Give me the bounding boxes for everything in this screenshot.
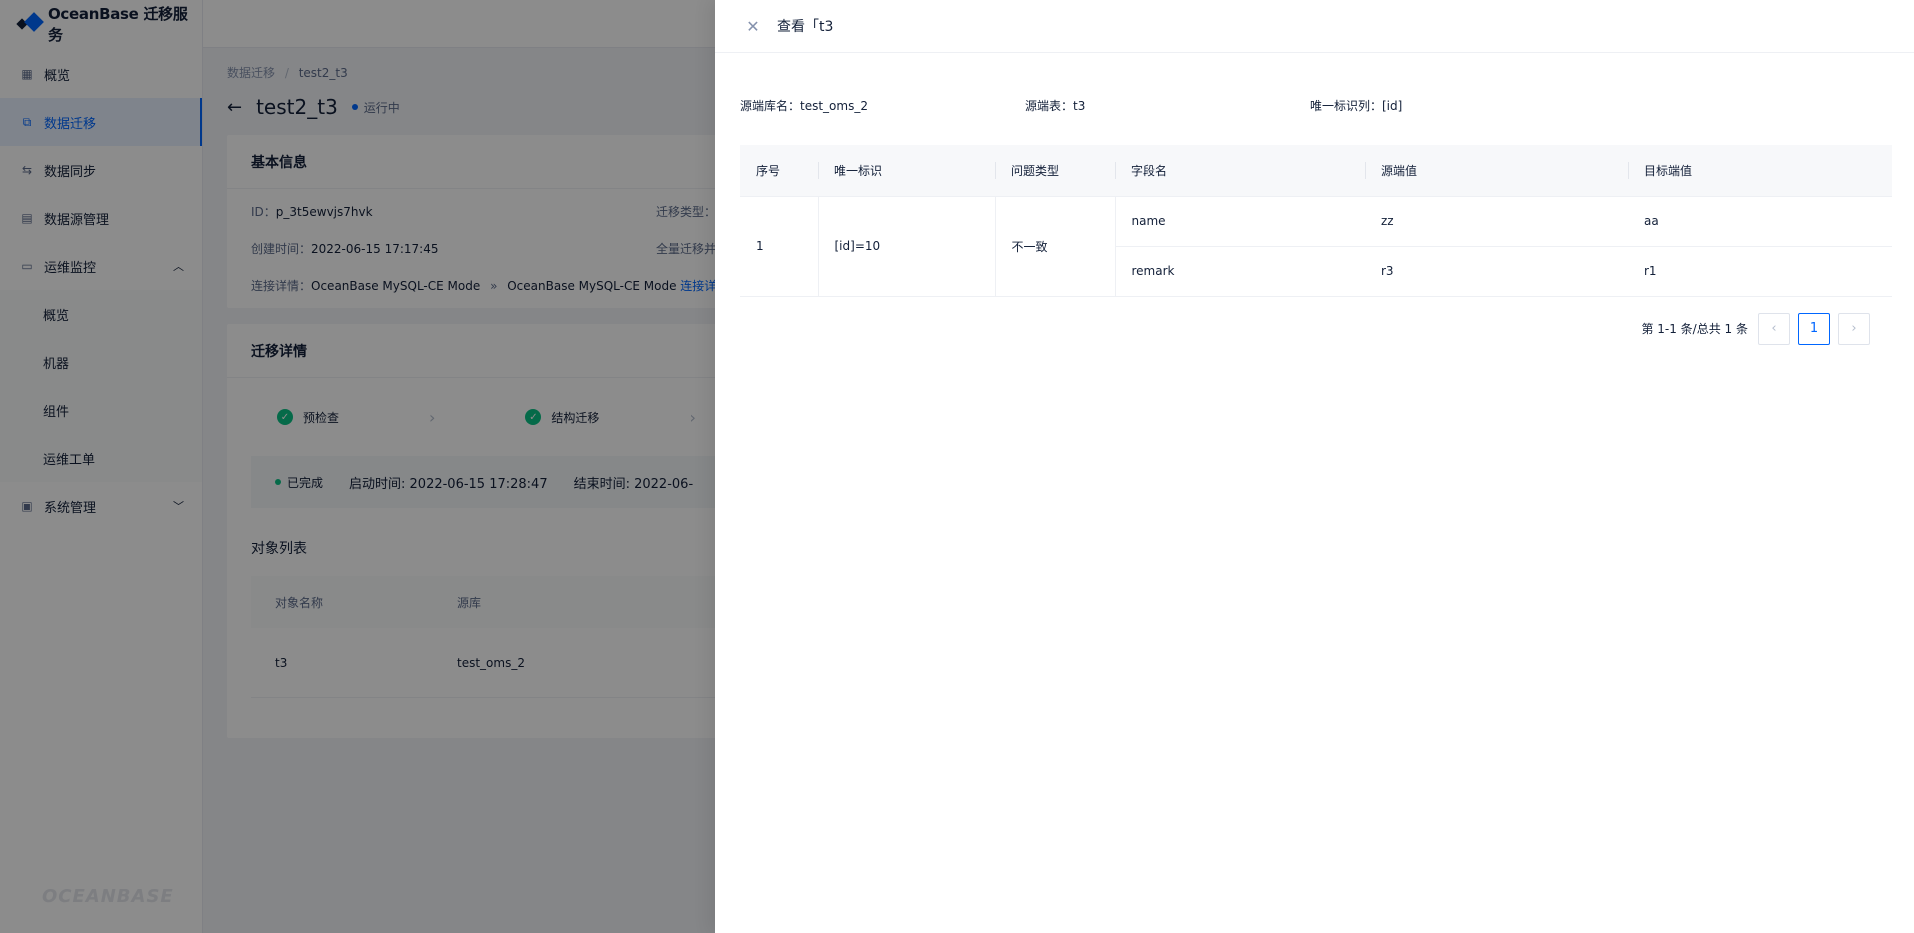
column-header: 源端值 [1365, 145, 1628, 197]
next-page-button[interactable]: › [1838, 312, 1870, 345]
meta-source-table: 源端表：t3 [1025, 98, 1086, 113]
target-value: r1 [1628, 246, 1892, 297]
column-header: 问题类型 [995, 145, 1115, 197]
source-value: r3 [1365, 246, 1628, 297]
column-header: 序号 [740, 145, 818, 197]
column-header: 唯一标识 [818, 145, 995, 197]
table-row: 1 [id]=10 不一致 name zz aa [740, 196, 1892, 297]
drawer-title: 查看「t3 [777, 19, 834, 35]
source-value: zz [1365, 196, 1628, 247]
meta-unique-column: 唯一标识列：[id] [1310, 98, 1403, 113]
diff-table: 序号 唯一标识 问题类型 字段名 源端值 目标端值 1 [id]=10 不一致 … [740, 145, 1892, 297]
target-value: aa [1628, 196, 1892, 247]
page-number-button[interactable]: 1 [1798, 312, 1830, 345]
table-header: 序号 唯一标识 问题类型 字段名 源端值 目标端值 [740, 145, 1892, 197]
column-header: 目标端值 [1628, 145, 1892, 197]
pagination: 第 1-1 条/总共 1 条 ‹ 1 › [740, 312, 1892, 345]
close-icon[interactable]: ✕ [745, 17, 761, 36]
field-name: remark [1115, 246, 1365, 297]
column-header: 字段名 [1115, 145, 1365, 197]
prev-page-button[interactable]: ‹ [1758, 312, 1790, 345]
field-name: name [1115, 196, 1365, 247]
chevron-right-icon: › [1851, 321, 1857, 336]
pagination-summary: 第 1-1 条/总共 1 条 [1641, 322, 1748, 336]
detail-drawer: ✕ 查看「t3 源端库名：test_oms_2 源端表：t3 唯一标识列：[id… [715, 0, 1914, 933]
chevron-left-icon: ‹ [1771, 321, 1777, 336]
row-index: 1 [740, 196, 819, 297]
row-issue-type: 不一致 [995, 196, 1116, 297]
meta-source-db: 源端库名：test_oms_2 [740, 98, 868, 113]
row-unique-key: [id]=10 [818, 196, 996, 297]
drawer-header: ✕ 查看「t3 [715, 0, 1914, 53]
drawer-meta: 源端库名：test_oms_2 源端表：t3 唯一标识列：[id] [740, 97, 1892, 113]
